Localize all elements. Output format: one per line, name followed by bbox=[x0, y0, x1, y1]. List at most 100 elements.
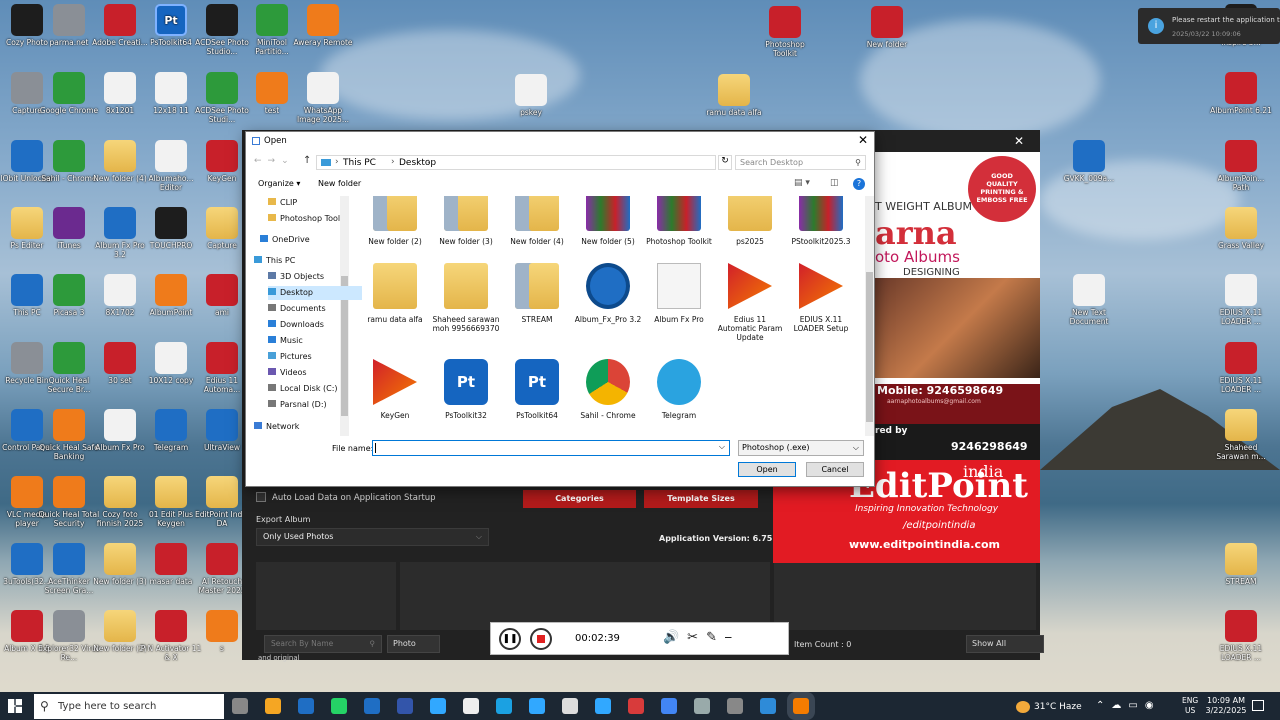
file-type-select[interactable]: Photoshop (.exe) ⌵ bbox=[738, 440, 864, 456]
file-item-album-fx-pro-3-2[interactable]: Album_Fx_Pro 3.2 bbox=[573, 260, 643, 324]
view-options-icon[interactable]: ▤ ▾ bbox=[794, 178, 810, 188]
file-item-pstoolkit64[interactable]: Pt PsToolkit64 bbox=[502, 356, 572, 420]
auto-load-checkbox[interactable] bbox=[256, 492, 266, 502]
desktop-icon-albumpoin-path[interactable]: AlbumPoin... Path bbox=[1210, 140, 1272, 192]
open-button[interactable]: Open bbox=[738, 462, 796, 477]
file-item-ps2025[interactable]: ps2025 bbox=[715, 196, 785, 246]
file-item-new-folder-4[interactable]: New folder (4) bbox=[502, 196, 572, 246]
desktop-icon-photoshop-toolkit[interactable]: Photoshop Toolkit bbox=[754, 6, 816, 58]
clock[interactable]: 10:09 AM 3/22/2025 bbox=[1204, 696, 1248, 716]
desktop-icon-pskey[interactable]: pskey bbox=[500, 74, 562, 117]
language-indicator[interactable]: ENG US bbox=[1182, 696, 1198, 716]
file-item-pstoolkit32[interactable]: Pt PsToolkit32 bbox=[431, 356, 501, 420]
help-icon[interactable]: ? bbox=[853, 178, 865, 190]
desktop-icon-grass-valley[interactable]: Grass Valley bbox=[1210, 207, 1272, 250]
taskbar-app-icon-15[interactable] bbox=[694, 698, 710, 714]
file-item-edius-11-automatic-param-update[interactable]: Edius 11 Automatic Param Update bbox=[715, 260, 785, 342]
stop-icon[interactable] bbox=[530, 628, 552, 650]
taskbar-app-icon-7[interactable] bbox=[430, 698, 446, 714]
desktop-icon-aweray-remote[interactable]: Aweray Remote bbox=[292, 4, 354, 47]
categories-button[interactable]: Categories bbox=[523, 490, 636, 508]
desktop-icon-gvkk-009a[interactable]: GVKK_009a... bbox=[1058, 140, 1120, 183]
taskbar-app-icon-12[interactable] bbox=[595, 698, 611, 714]
file-item-ramu-data-alfa[interactable]: ramu data alfa bbox=[360, 260, 430, 324]
desktop-icon-ramu-data-alfa[interactable]: ramu data alfa bbox=[703, 74, 765, 117]
preview-pane-icon[interactable]: ◫ bbox=[830, 178, 839, 188]
new-folder-button[interactable]: New folder bbox=[318, 179, 361, 188]
taskbar-app-icon-18[interactable] bbox=[793, 698, 809, 714]
taskbar-search-box[interactable]: ⚲ Type here to search bbox=[34, 694, 224, 719]
nav-item-onedrive[interactable]: OneDrive bbox=[260, 233, 310, 247]
desktop-icon-shaheed-sarawan-m[interactable]: Shaheed Sarawan m... bbox=[1210, 409, 1272, 461]
file-item-shaheed-sarawan-moh-9956669370[interactable]: Shaheed sarawan moh 9956669370 bbox=[431, 260, 501, 333]
nav-item-photoshop-tool[interactable]: Photoshop Tool bbox=[268, 212, 340, 226]
file-item-new-folder-3[interactable]: New folder (3) bbox=[431, 196, 501, 246]
recorder-controls-icons[interactable]: 🔊✂✎⎯ bbox=[663, 630, 739, 645]
taskbar-app-icon-8[interactable] bbox=[463, 698, 479, 714]
desktop-icon-stream[interactable]: STREAM bbox=[1210, 543, 1272, 586]
desktop-icon-edius-x-11-loader[interactable]: EDIUS X.11 LOADER ... bbox=[1210, 274, 1272, 326]
nav-item-pictures[interactable]: Pictures bbox=[268, 350, 312, 364]
weather-text[interactable]: 31°C Haze bbox=[1034, 702, 1082, 712]
export-album-select[interactable]: Only Used Photos ⌵ bbox=[256, 528, 489, 546]
file-item-stream[interactable]: STREAM bbox=[502, 260, 572, 324]
search-desktop-input[interactable]: Search Desktop ⚲ bbox=[735, 155, 866, 170]
nav-item-local-disk-c[interactable]: Local Disk (C:) bbox=[268, 382, 338, 396]
file-item-telegram[interactable]: Telegram bbox=[644, 356, 714, 420]
taskbar-app-icon-16[interactable] bbox=[727, 698, 743, 714]
desktop-icon-whatsapp-image-2025[interactable]: WhatsApp Image 2025... bbox=[292, 72, 354, 124]
template-sizes-button[interactable]: Template Sizes bbox=[644, 490, 758, 508]
taskbar-app-icon-14[interactable] bbox=[661, 698, 677, 714]
file-item-keygen[interactable]: KeyGen bbox=[360, 356, 430, 420]
taskbar-app-icon-13[interactable] bbox=[628, 698, 644, 714]
nav-item-downloads[interactable]: Downloads bbox=[268, 318, 324, 332]
cancel-button[interactable]: Cancel bbox=[806, 462, 864, 477]
file-item-sahil-chrome[interactable]: Sahil - Chrome bbox=[573, 356, 643, 420]
desktop-icon-edius-x-11-loader[interactable]: EDIUS X.11 LOADER ... bbox=[1210, 610, 1272, 662]
file-item-pstoolkit2025-3[interactable]: PStoolkit2025.3 bbox=[786, 196, 856, 246]
taskbar-app-icon-10[interactable] bbox=[529, 698, 545, 714]
file-item-photoshop-toolkit[interactable]: Photoshop Toolkit bbox=[644, 196, 714, 246]
up-arrow-icon[interactable]: ↑ bbox=[303, 155, 311, 166]
taskbar-app-icon-2[interactable] bbox=[265, 698, 281, 714]
file-item-edius-x-11-loader-setup[interactable]: EDIUS X.11 LOADER Setup bbox=[786, 260, 856, 333]
address-bar[interactable]: › This PC › Desktop › bbox=[316, 155, 716, 170]
nav-item-desktop[interactable]: Desktop bbox=[268, 286, 362, 300]
taskbar-app-icon-5[interactable] bbox=[364, 698, 380, 714]
desktop-icon-new-folder[interactable]: New folder bbox=[856, 6, 918, 49]
nav-item-this-pc[interactable]: This PC bbox=[254, 254, 295, 268]
search-by-name-input[interactable]: Search By Name ⚲ bbox=[264, 635, 382, 653]
taskbar-app-icon-4[interactable] bbox=[331, 698, 347, 714]
taskbar-app-icon-11[interactable] bbox=[562, 698, 578, 714]
file-name-input[interactable]: ⌵ bbox=[372, 440, 730, 456]
pause-icon[interactable]: ❚❚ bbox=[499, 628, 521, 650]
nav-item-music[interactable]: Music bbox=[268, 334, 303, 348]
file-item-new-folder-5[interactable]: New folder (5) bbox=[573, 196, 643, 246]
show-all-select[interactable]: Show All bbox=[966, 635, 1044, 653]
dialog-close-icon[interactable]: ✕ bbox=[858, 133, 868, 147]
taskbar-app-icon-6[interactable] bbox=[397, 698, 413, 714]
taskbar-app-icon-1[interactable] bbox=[232, 698, 248, 714]
photo-select[interactable]: Photo bbox=[387, 635, 440, 653]
file-item-album-fx-pro[interactable]: Album Fx Pro bbox=[644, 260, 714, 324]
organize-menu[interactable]: Organize ▾ bbox=[258, 179, 300, 188]
nav-item-network[interactable]: Network bbox=[254, 420, 299, 434]
nav-item-videos[interactable]: Videos bbox=[268, 366, 307, 380]
taskbar-app-icon-9[interactable] bbox=[496, 698, 512, 714]
nav-item-parsnal-d[interactable]: Parsnal (D:) bbox=[268, 398, 327, 412]
desktop-icon-edius-x-11-loader[interactable]: EDIUS X.11 LOADER ... bbox=[1210, 342, 1272, 394]
desktop-icon-new-text-document[interactable]: New Text Document bbox=[1058, 274, 1120, 326]
refresh-icon[interactable]: ↻ bbox=[718, 155, 732, 170]
taskbar-app-icon-17[interactable] bbox=[760, 698, 776, 714]
nav-item-documents[interactable]: Documents bbox=[268, 302, 326, 316]
app-close-icon[interactable]: ✕ bbox=[1014, 134, 1024, 148]
system-tray-icons[interactable]: ⌃☁▭◉ bbox=[1096, 700, 1161, 711]
content-scrollbar[interactable] bbox=[865, 196, 874, 436]
back-forward-icons[interactable]: ←→⌄ bbox=[254, 156, 295, 166]
file-item-new-folder-2[interactable]: New folder (2) bbox=[360, 196, 430, 246]
notifications-icon[interactable] bbox=[1252, 700, 1264, 711]
desktop-icon-albumpoint-6-21[interactable]: AlbumPoint 6.21 bbox=[1210, 72, 1272, 115]
path-this-pc[interactable]: This PC bbox=[343, 158, 376, 168]
notification-toast[interactable]: i Please restart the application to a...… bbox=[1138, 8, 1280, 44]
taskbar-app-icon-3[interactable] bbox=[298, 698, 314, 714]
